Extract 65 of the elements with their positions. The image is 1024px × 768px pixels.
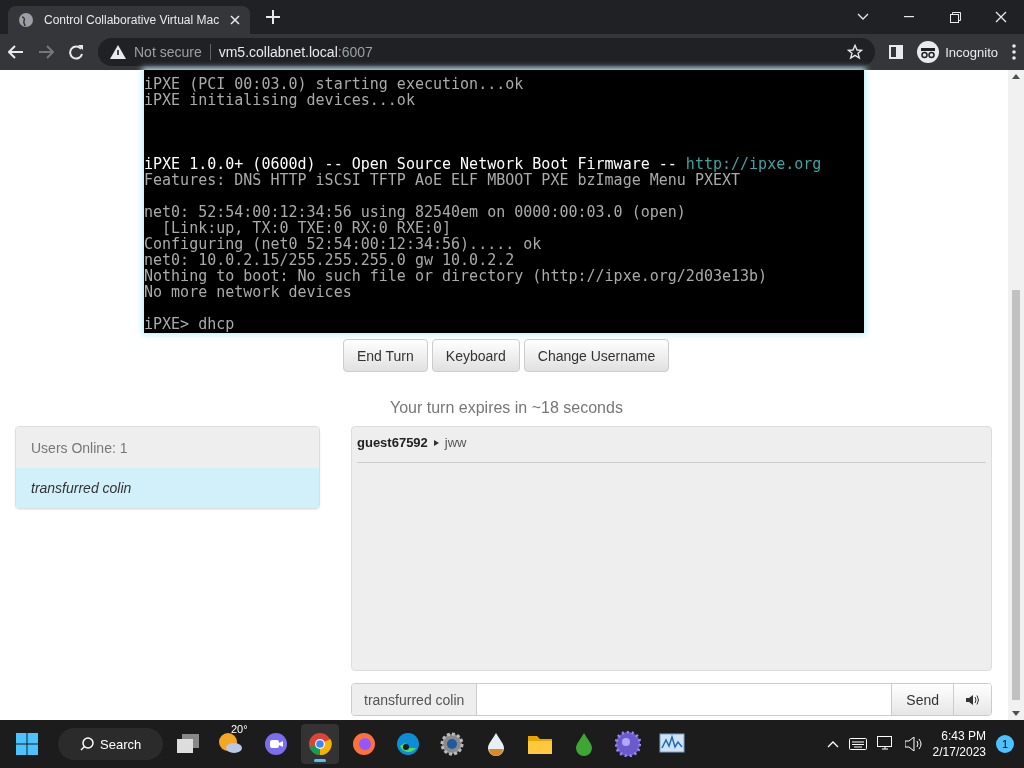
new-tab-icon[interactable]	[266, 10, 280, 24]
restore-icon[interactable]	[949, 11, 961, 23]
menu-icon[interactable]	[1012, 44, 1016, 60]
minimize-icon[interactable]	[904, 16, 914, 18]
temperature-label: 20°	[231, 723, 248, 735]
close-icon[interactable]	[230, 15, 240, 25]
search-button[interactable]: Search	[58, 728, 163, 760]
incognito-icon	[917, 41, 940, 63]
globe-icon	[18, 12, 34, 28]
console-line: iPXE 1.0.0+ (0600d) -- Open Source Network Boot Firmware -- http://ipxe.org	[144, 156, 823, 172]
network-icon[interactable]	[876, 736, 895, 752]
console-line: net0: 10.0.2.15/255.255.255.0 gw 10.0.2.2	[144, 252, 516, 268]
console-line: Features: DNS HTTP iSCSI TFTP AoE ELF MBOOT PXE bzImage Menu PXEXT	[144, 172, 741, 188]
scrollbar[interactable]	[1008, 70, 1024, 720]
chrome-icon[interactable]	[307, 731, 333, 757]
clock[interactable]: 6:43 PM 2/17/2023	[932, 728, 986, 760]
tab-title: Control Collaborative Virtual Mac	[44, 13, 220, 27]
console-line: [Link:up, TX:0 TXE:0 RX:0 RXE:0]	[162, 220, 452, 236]
control-button[interactable]: End Turn	[343, 339, 428, 372]
security-label: Not secure	[134, 44, 202, 60]
users-header: Users Online: 1	[16, 427, 319, 468]
folder-icon[interactable]	[527, 733, 553, 755]
chevron-down-icon[interactable]	[857, 13, 869, 21]
console-line: iPXE initialising devices...ok	[144, 92, 416, 108]
triangle-icon	[433, 439, 439, 446]
water-drop-icon[interactable]	[574, 732, 594, 756]
reload-icon[interactable]	[68, 44, 84, 60]
control-button[interactable]: Keyboard	[431, 339, 520, 372]
video-chat-icon[interactable]	[264, 732, 288, 756]
start-icon[interactable]	[16, 733, 38, 755]
side-panel-icon[interactable]	[889, 45, 904, 59]
console-line: net0: 52:54:00:12:34:56 using 82540em on 0000:00:03.0 (open)	[144, 204, 687, 220]
bookmark-star-icon[interactable]	[847, 44, 864, 60]
console-line: Configuring (net0 52:54:00:12:34:56)..... ok	[144, 236, 543, 252]
scroll-up-icon[interactable]	[1012, 74, 1020, 79]
volume-icon[interactable]	[904, 737, 923, 751]
keyboard-icon[interactable]	[848, 738, 867, 750]
browser-tab[interactable]: Control Collaborative Virtual Mac	[8, 6, 250, 34]
address-bar[interactable]: Not secure vm5.collabnet.local:6007	[98, 38, 876, 66]
chat-username: guest67592	[357, 435, 428, 450]
notification-badge[interactable]: 1	[996, 735, 1014, 753]
incognito-button[interactable]: Incognito	[917, 41, 998, 63]
forward-icon[interactable]	[38, 45, 54, 59]
vm-screen[interactable]	[144, 70, 864, 333]
droplet-icon[interactable]	[486, 732, 506, 756]
gear-icon[interactable]	[440, 732, 464, 756]
chat-message: jww	[444, 435, 467, 450]
close-icon[interactable]	[995, 11, 1007, 23]
warning-icon	[110, 45, 126, 59]
activity-monitor-icon[interactable]	[659, 733, 685, 755]
windows-stack-icon[interactable]	[177, 734, 199, 754]
firefox-icon[interactable]	[352, 732, 376, 756]
turn-notice: Your turn expires in ~18 seconds	[390, 399, 624, 417]
control-button[interactable]: Change Username	[523, 339, 670, 372]
back-icon[interactable]	[8, 45, 24, 59]
user-item[interactable]: transfurred colin	[16, 468, 319, 508]
console-line: iPXE> dhcp	[144, 316, 236, 332]
console-line: No more network devices	[144, 284, 353, 300]
scroll-down-icon[interactable]	[1012, 711, 1020, 716]
url-text: vm5.collabnet.local:6007	[218, 44, 373, 60]
edge-icon[interactable]	[396, 732, 420, 756]
console-line: iPXE (PCI 00:03.0) starting execution...ok	[144, 76, 525, 92]
console-line: Nothing to boot: No such file or directory (http://ipxe.org/2d03e13b)	[144, 268, 769, 284]
chevron-up-icon[interactable]	[826, 740, 839, 748]
search-icon	[80, 737, 94, 751]
